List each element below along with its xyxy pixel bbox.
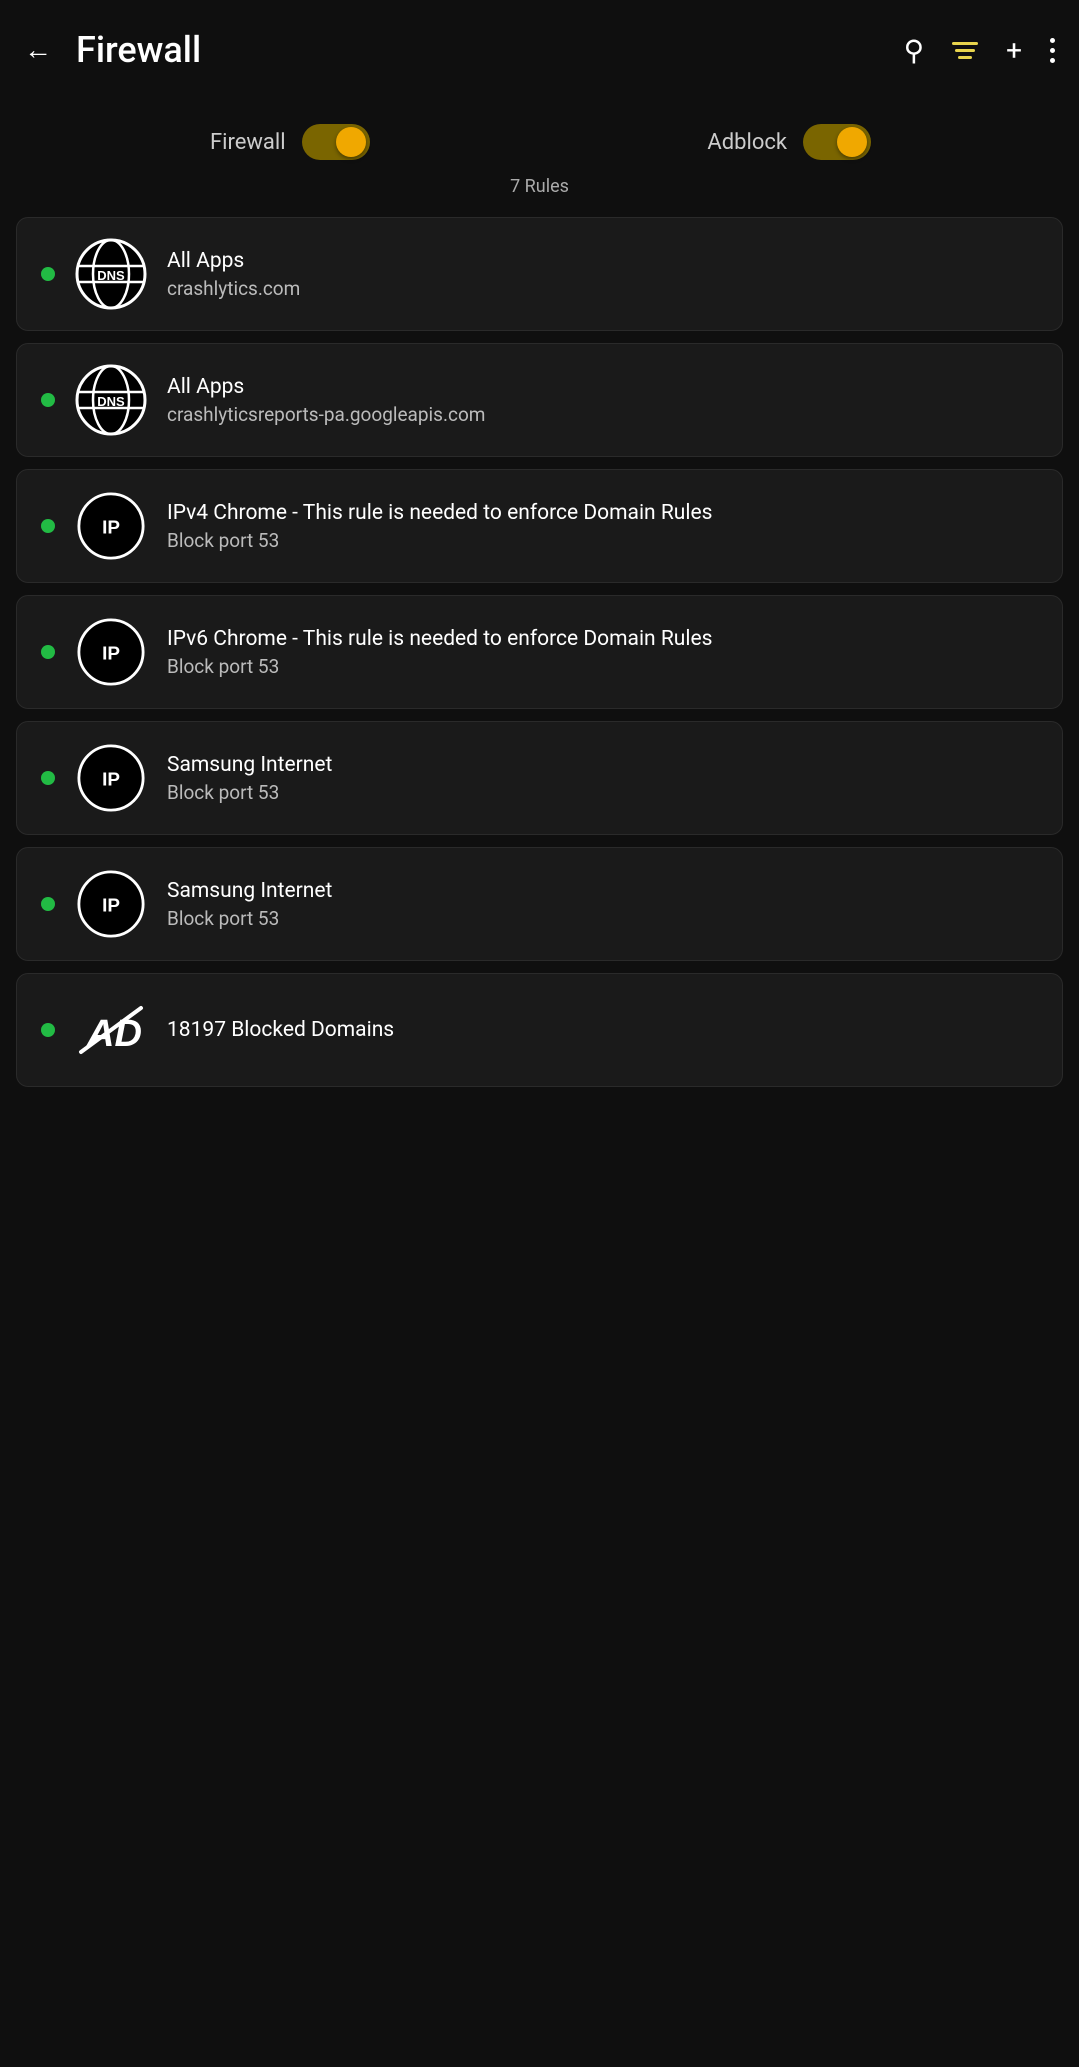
filter-line-2 [955,49,975,52]
status-dot [41,519,55,533]
header: ← Firewall ⚲ + [0,0,1079,100]
rule-item[interactable]: DNS All Apps crashlytics.com [16,217,1063,331]
firewall-toggle-group: Firewall [40,124,540,160]
rules-list: DNS All Apps crashlytics.com DNS All App… [0,217,1079,1099]
ip-icon: IP [77,492,145,560]
dns-icon: DNS [75,364,147,436]
svg-text:IP: IP [102,644,120,665]
ip-icon: IP [77,744,145,812]
rule-subtitle: Block port 53 [167,907,332,930]
rule-title: IPv6 Chrome - This rule is needed to enf… [167,627,712,651]
more-options-button[interactable] [1050,38,1055,63]
svg-text:DNS: DNS [97,394,125,409]
status-dot [41,267,55,281]
rules-count: 7 Rules [510,176,569,197]
rule-subtitle: crashlytics.com [167,277,300,300]
rule-title: Samsung Internet [167,879,332,903]
ad-block-icon: AD [75,994,147,1066]
rule-item[interactable]: IP IPv6 Chrome - This rule is needed to … [16,595,1063,709]
rule-text: All Apps crashlyticsreports-pa.googleapi… [167,375,485,426]
rule-icon-wrapper: IP [75,742,147,814]
rule-icon-wrapper: IP [75,616,147,688]
adblock-label: Adblock [707,130,787,155]
rule-item[interactable]: IP Samsung Internet Block port 53 [16,721,1063,835]
rule-icon-wrapper: DNS [75,364,147,436]
firewall-toggle-thumb [336,127,366,157]
status-dot [41,897,55,911]
status-dot [41,393,55,407]
rule-icon-wrapper: DNS [75,238,147,310]
rule-item[interactable]: DNS All Apps crashlyticsreports-pa.googl… [16,343,1063,457]
status-dot [41,1023,55,1037]
dns-icon: DNS [75,238,147,310]
rule-icon-wrapper: IP [75,490,147,562]
svg-text:AD: AD [86,1013,142,1055]
rule-text: Samsung Internet Block port 53 [167,753,332,804]
filter-button[interactable] [952,42,978,59]
rule-title: All Apps [167,249,300,273]
status-dot [41,771,55,785]
svg-text:IP: IP [102,770,120,791]
rule-item[interactable]: IP Samsung Internet Block port 53 [16,847,1063,961]
filter-line-1 [952,42,978,45]
rule-item[interactable]: IP IPv4 Chrome - This rule is needed to … [16,469,1063,583]
rule-subtitle: Block port 53 [167,529,712,552]
rule-title: All Apps [167,375,485,399]
toggles-section: Firewall Adblock 7 Rules [0,100,1079,217]
firewall-label: Firewall [210,130,286,155]
rule-icon-wrapper: AD [75,994,147,1066]
rule-text: IPv6 Chrome - This rule is needed to enf… [167,627,712,678]
rule-text: Samsung Internet Block port 53 [167,879,332,930]
adblock-toggle[interactable] [803,124,871,160]
add-button[interactable]: + [1006,34,1022,67]
ip-icon: IP [77,618,145,686]
page-title: Firewall [76,29,904,71]
dot-1 [1050,38,1055,43]
status-dot [41,645,55,659]
rule-title: Samsung Internet [167,753,332,777]
dot-3 [1050,58,1055,63]
rule-title: 18197 Blocked Domains [167,1018,394,1042]
toggles-row: Firewall Adblock [40,124,1039,160]
dot-2 [1050,48,1055,53]
search-button[interactable]: ⚲ [904,34,925,67]
ip-icon: IP [77,870,145,938]
firewall-toggle[interactable] [302,124,370,160]
adblock-toggle-thumb [837,127,867,157]
svg-text:IP: IP [102,896,120,917]
rule-subtitle: crashlyticsreports-pa.googleapis.com [167,403,485,426]
rule-text: IPv4 Chrome - This rule is needed to enf… [167,501,712,552]
header-actions: ⚲ + [904,34,1055,67]
svg-text:DNS: DNS [97,268,125,283]
rule-subtitle: Block port 53 [167,781,332,804]
filter-line-3 [958,56,972,59]
rule-title: IPv4 Chrome - This rule is needed to enf… [167,501,712,525]
rule-text: All Apps crashlytics.com [167,249,300,300]
rule-icon-wrapper: IP [75,868,147,940]
svg-text:IP: IP [102,518,120,539]
rule-text: 18197 Blocked Domains [167,1018,394,1042]
back-button[interactable]: ← [24,36,52,64]
rule-subtitle: Block port 53 [167,655,712,678]
adblock-toggle-group: Adblock [540,124,1040,160]
rule-item[interactable]: AD 18197 Blocked Domains [16,973,1063,1087]
